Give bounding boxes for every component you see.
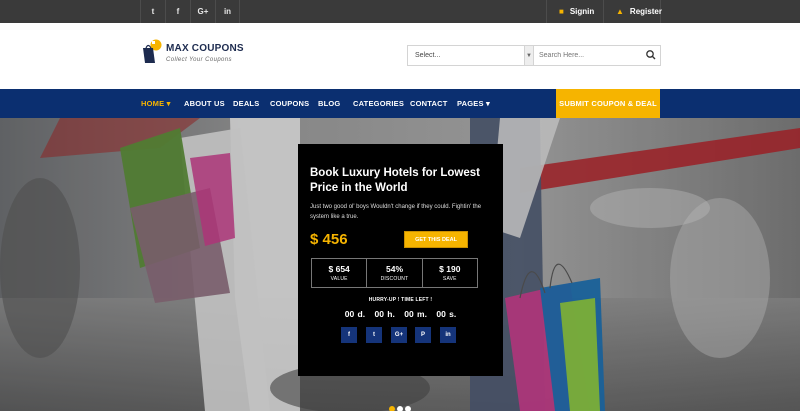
deal-price: $ 456 — [310, 231, 348, 248]
slider-dot[interactable] — [405, 406, 411, 411]
register-label: Register — [629, 7, 662, 16]
share-pinterest-icon[interactable]: P — [415, 327, 431, 343]
slider-dot[interactable] — [389, 406, 395, 411]
stat-save: $ 190 SAVE — [423, 259, 477, 287]
share-linkedin-icon[interactable]: in — [440, 327, 456, 343]
register-icon: ▲ — [616, 7, 624, 16]
nav-about-us[interactable]: ABOUT US — [184, 89, 225, 118]
linkedin-icon[interactable]: in — [215, 0, 240, 23]
stat-discount-amount: 54% — [385, 264, 403, 274]
hurry-label: HURRY-UP ! TIME LEFT ! — [368, 297, 433, 303]
timer-seconds: 00 s. — [436, 309, 457, 319]
chevron-down-icon[interactable]: ▼ — [524, 46, 533, 65]
category-select[interactable]: Select... ▼ — [407, 45, 534, 66]
countdown-timer: 00 d. 00 h. 00 m. 00 s. — [298, 309, 503, 319]
stat-value-label: VALUE — [330, 276, 348, 282]
logo-icon[interactable] — [141, 39, 163, 65]
get-deal-button[interactable]: GET THIS DEAL — [404, 231, 468, 248]
search-icon[interactable] — [645, 49, 657, 61]
deal-title[interactable]: Book Luxury Hotels for Lowest Price in t… — [310, 166, 490, 196]
twitter-icon[interactable]: t — [140, 0, 165, 23]
stat-value: $ 654 VALUE — [312, 259, 368, 287]
stat-value-amount: $ 654 — [328, 264, 350, 274]
brand-name[interactable]: MAX COUPONS — [166, 43, 244, 54]
timer-hours: 00 h. — [374, 309, 395, 319]
brand-tagline: Collect Your Coupons — [166, 57, 232, 63]
nav-categories[interactable]: CATEGORIES — [353, 89, 404, 118]
stat-save-label: SAVE — [442, 276, 457, 282]
main-nav: HOME ▾ ABOUT US DEALS COUPONS BLOG CATEG… — [0, 89, 800, 118]
search-input[interactable] — [534, 45, 661, 66]
deal-description: Just two good ol' boys Wouldn't change i… — [310, 204, 482, 220]
register-link[interactable]: ▲ Register — [603, 0, 662, 23]
lock-icon: ■ — [559, 7, 564, 16]
header: MAX COUPONS Collect Your Coupons Select.… — [0, 23, 800, 89]
share-google-plus-icon[interactable]: G+ — [391, 327, 407, 343]
slider-dots — [389, 406, 411, 411]
deal-stats: $ 654 VALUE 54% DISCOUNT $ 190 SAVE — [311, 258, 478, 288]
timer-minutes: 00 m. — [404, 309, 427, 319]
signin-link[interactable]: ■ Signin — [546, 0, 603, 23]
facebook-icon[interactable]: f — [165, 0, 190, 23]
share-facebook-icon[interactable]: f — [341, 327, 357, 343]
nav-contact[interactable]: CONTACT — [410, 89, 448, 118]
top-bar: t f G+ in ■ Signin ▲ Register — [0, 0, 800, 23]
signin-label: Signin — [569, 7, 595, 16]
nav-coupons[interactable]: COUPONS — [270, 89, 309, 118]
slider-dot[interactable] — [397, 406, 403, 411]
stat-discount-label: DISCOUNT — [380, 276, 409, 282]
category-select-value: Select... — [415, 52, 441, 59]
submit-coupon-button[interactable]: SUBMIT COUPON & DEAL — [556, 89, 660, 118]
deal-card: Book Luxury Hotels for Lowest Price in t… — [298, 144, 503, 376]
nav-pages[interactable]: PAGES ▾ — [457, 89, 490, 118]
stat-save-amount: $ 190 — [439, 264, 461, 274]
nav-blog[interactable]: BLOG — [318, 89, 340, 118]
nav-home[interactable]: HOME ▾ — [141, 89, 171, 118]
google-plus-icon[interactable]: G+ — [190, 0, 215, 23]
share-twitter-icon[interactable]: t — [366, 327, 382, 343]
timer-days: 00 d. — [344, 309, 366, 319]
stat-discount: 54% DISCOUNT — [367, 259, 423, 287]
nav-deals[interactable]: DEALS — [233, 89, 259, 118]
